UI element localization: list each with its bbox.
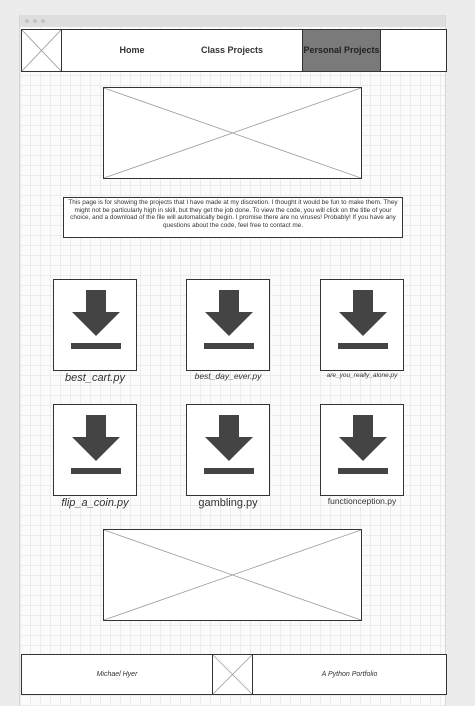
download-icon	[71, 290, 121, 349]
logo-placeholder	[22, 30, 62, 71]
download-icon	[204, 290, 254, 349]
file-link-best-day-ever[interactable]: best_day_ever.py	[186, 371, 270, 381]
file-link-flip-a-coin[interactable]: flip_a_coin.py	[48, 497, 142, 509]
bottom-image-placeholder	[103, 529, 362, 621]
download-tile-best-day-ever[interactable]	[186, 279, 270, 371]
footer-author: Michael Hyer	[96, 671, 138, 678]
window-dot	[33, 19, 37, 23]
window-dot	[41, 19, 45, 23]
intro-paragraph: This page is for showing the projects th…	[63, 197, 403, 238]
wireframe-window: Home Class Projects Personal Projects Th…	[19, 15, 447, 706]
download-icon	[338, 415, 388, 474]
file-link-functionception[interactable]: functionception.py	[315, 496, 409, 506]
top-nav: Home Class Projects Personal Projects	[21, 29, 447, 72]
download-tile-are-you-really-alone[interactable]	[320, 279, 404, 371]
file-link-are-you-really-alone[interactable]: are_you_really_alone.py	[312, 372, 412, 379]
footer-logo-placeholder	[212, 655, 253, 694]
download-tile-flip-a-coin[interactable]	[53, 404, 137, 496]
nav-class-projects[interactable]: Class Projects	[192, 30, 272, 71]
download-tile-functionception[interactable]	[320, 404, 404, 496]
banner-image-placeholder	[103, 87, 362, 179]
download-tile-best-cart[interactable]	[53, 279, 137, 371]
download-icon	[338, 290, 388, 349]
download-icon	[71, 415, 121, 474]
title-bar	[20, 15, 445, 27]
footer: Michael Hyer A Python Portfolio	[21, 654, 447, 695]
window-dot	[25, 19, 29, 23]
nav-personal-projects[interactable]: Personal Projects	[302, 30, 381, 71]
download-icon	[204, 415, 254, 474]
footer-tagline: A Python Portfolio	[321, 671, 378, 678]
download-tile-gambling[interactable]	[186, 404, 270, 496]
file-link-gambling[interactable]: gambling.py	[186, 497, 270, 509]
nav-home[interactable]: Home	[102, 30, 162, 71]
file-link-best-cart[interactable]: best_cart.py	[53, 372, 137, 384]
